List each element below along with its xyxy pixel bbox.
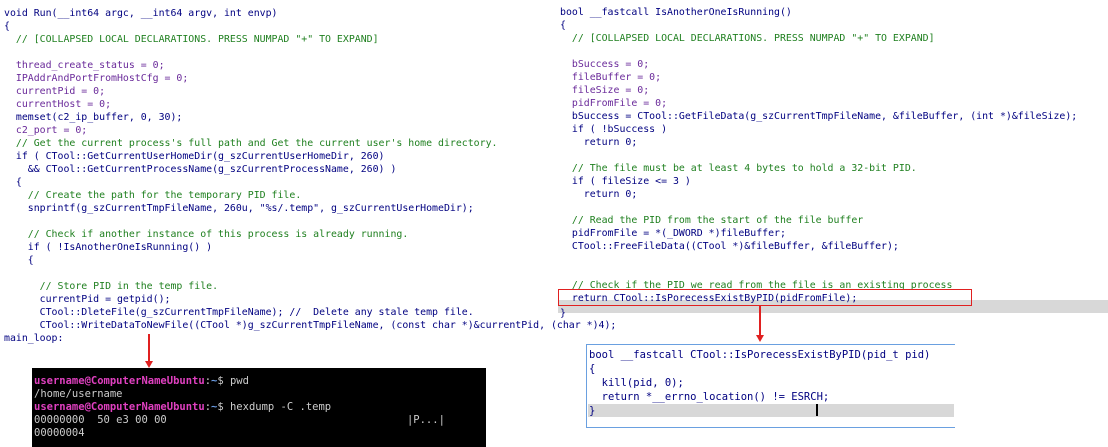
code-line: { (560, 20, 566, 31)
code-comment: // [COLLAPSED LOCAL DECLARATIONS. PRESS … (560, 33, 935, 44)
code-line: pidFromFile = 0; (560, 98, 668, 109)
code-line: currentPid = 0; (4, 86, 106, 97)
code-line: return 0; (560, 137, 638, 148)
code-line: thread_create_status = 0; (4, 60, 165, 71)
terminal-line: username@ComputerNameUbuntu:~$ pwd (34, 375, 249, 387)
code-line: return *__errno_location() != ESRCH; (589, 391, 830, 403)
code-line: CTool::WriteDataToNewFile((CTool *)g_szC… (4, 320, 617, 331)
code-line: pidFromFile = *(_DWORD *)fileBuffer; (560, 228, 786, 239)
arrow-head-icon (145, 361, 153, 368)
code-line: { (589, 363, 596, 375)
code-line: CTool::FreeFileData((CTool *)&fileBuffer… (560, 241, 899, 252)
terminal-line: /home/username (34, 388, 123, 400)
code-line: memset(c2_ip_buffer, 0, 30); (4, 112, 183, 123)
code-line: bool __fastcall CTool::IsPorecessExistBy… (589, 349, 931, 361)
arrow-connector (759, 306, 761, 336)
code-line: IPAddrAndPortFromHostCfg = 0; (4, 73, 189, 84)
code-line: fileSize = 0; (560, 85, 650, 96)
left-code-panel: void Run(__int64 argc, __int64 argv, int… (4, 8, 616, 368)
code-label: main_loop: (4, 333, 64, 344)
terminal-line: username@ComputerNameUbuntu:~$ hexdump -… (34, 401, 332, 413)
code-line: kill(pid, 0); (589, 377, 684, 389)
code-comment: // Read the PID from the start of the fi… (560, 215, 864, 226)
code-line: c2_port = 0; (4, 125, 88, 136)
terminal-line: 00000004 (34, 427, 85, 439)
code-comment: // Create the path for the temporary PID… (4, 190, 302, 201)
return-highlight-box (558, 289, 972, 306)
code-line: fileBuffer = 0; (560, 72, 662, 83)
code-comment: // [COLLAPSED LOCAL DECLARATIONS. PRESS … (4, 34, 379, 45)
code-line: } (589, 405, 596, 417)
right-code-panel: bool __fastcall IsAnotherOneIsRunning() … (560, 7, 1108, 319)
code-line: { (4, 177, 22, 188)
code-line: } (560, 308, 566, 319)
code-comment: // Store PID in the temp file. (4, 281, 219, 292)
text-cursor (816, 404, 818, 416)
arrow-connector (148, 334, 150, 362)
code-line: if ( fileSize <= 3 ) (560, 176, 691, 187)
arrow-head-icon (756, 335, 764, 342)
terminal-window: username@ComputerNameUbuntu:~$ pwd /home… (32, 368, 486, 447)
code-comment: // The file must be at least 4 bytes to … (560, 163, 917, 174)
code-line: if ( !IsAnotherOneIsRunning() ) (4, 242, 213, 253)
code-line: { (4, 255, 34, 266)
code-line: CTool::DleteFile(g_szCurrentTmpFileName)… (4, 307, 474, 318)
code-line: currentPid = getpid(); (4, 294, 171, 305)
code-line: if ( !bSuccess ) (560, 124, 668, 135)
code-line: currentHost = 0; (4, 99, 112, 110)
code-line: snprintf(g_szCurrentTmpFileName, 260u, "… (4, 203, 474, 214)
terminal-line: 00000000 50 e3 00 00 |P...| (34, 414, 445, 426)
code-line: void Run(__int64 argc, __int64 argv, int… (4, 8, 278, 19)
code-comment: // Check if another instance of this pro… (4, 229, 409, 240)
code-line: if ( CTool::GetCurrentUserHomeDir(g_szCu… (4, 151, 385, 162)
code-line: bool __fastcall IsAnotherOneIsRunning() (560, 7, 792, 18)
code-line: return 0; (560, 189, 638, 200)
code-line: bSuccess = 0; (560, 59, 650, 70)
code-line: { (4, 21, 10, 32)
code-line: && CTool::GetCurrentProcessName(g_szCurr… (4, 164, 397, 175)
code-comment: // Get the current process's full path a… (4, 138, 498, 149)
code-line: bSuccess = CTool::GetFileData(g_szCurren… (560, 111, 1078, 122)
popup-code: bool __fastcall CTool::IsPorecessExistBy… (589, 349, 951, 425)
